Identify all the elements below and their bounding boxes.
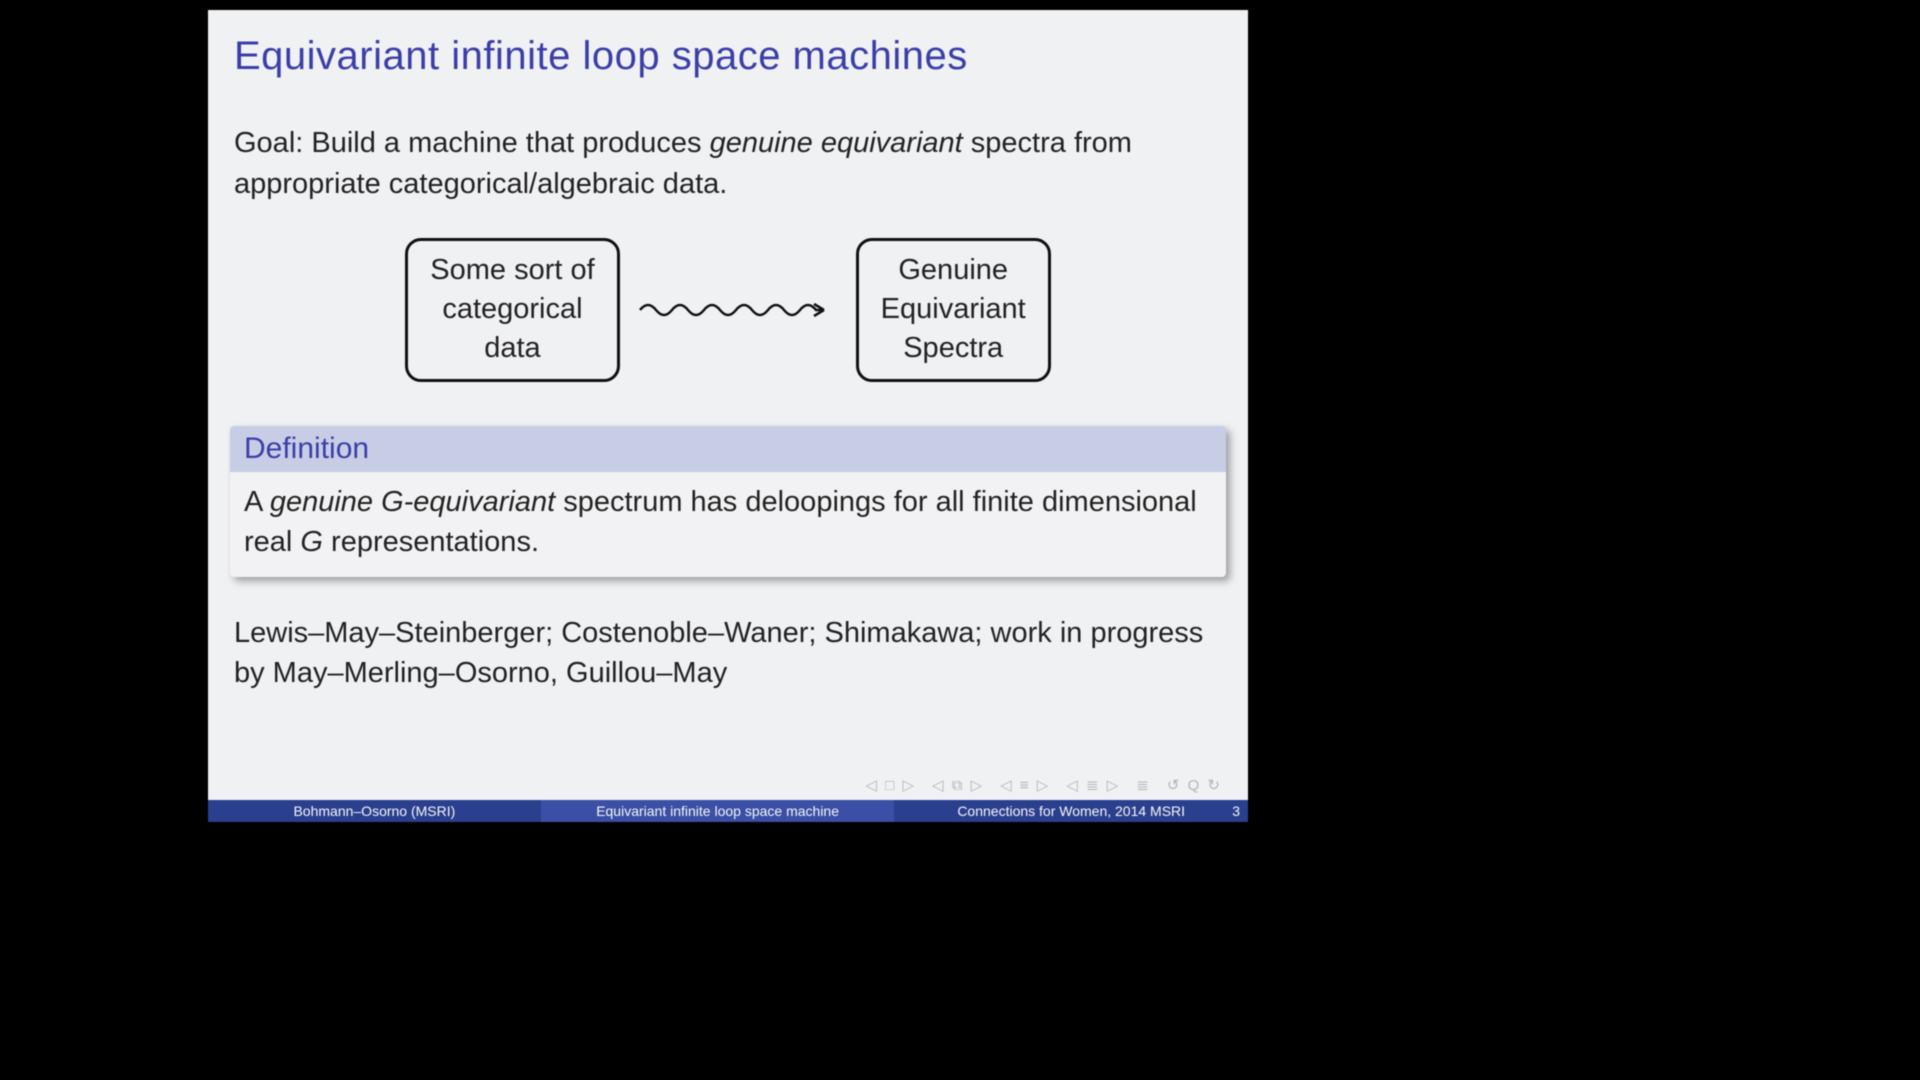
definition-body: A genuine G-equivariant spectrum has del…: [230, 472, 1226, 577]
footer-title: Equivariant infinite loop space machine: [541, 800, 895, 822]
diagram: Some sort ofcategoricaldata GenuineEquiv…: [234, 238, 1222, 381]
slide: Equivariant infinite loop space machines…: [208, 10, 1248, 822]
goal-text: Goal: Build a machine that produces genu…: [234, 123, 1222, 204]
nav-backforward-icon[interactable]: ↺ Q ↻: [1167, 776, 1222, 794]
definition-emph: genuine G-equivariant: [270, 486, 555, 518]
definition-pre: A: [244, 486, 270, 518]
squiggly-arrow-icon: [638, 297, 838, 323]
references-text: Lewis–May–Steinberger; Costenoble–Waner;…: [234, 613, 1222, 694]
definition-heading: Definition: [230, 426, 1226, 472]
nav-doc2-icon[interactable]: ≣: [1136, 776, 1151, 794]
diagram-left-box: Some sort ofcategoricaldata: [405, 238, 619, 381]
nav-subsection-icon[interactable]: ◁ ⧉ ▷: [932, 776, 984, 794]
slide-title: Equivariant infinite loop space machines: [234, 34, 1222, 79]
nav-doc-icon[interactable]: ◁ ≣ ▷: [1066, 776, 1120, 794]
definition-g: G: [300, 526, 323, 558]
definition-block: Definition A genuine G-equivariant spect…: [230, 426, 1226, 577]
goal-pre: Build a machine that produces: [303, 127, 709, 159]
footer-venue: Connections for Women, 2014 MSRI 3: [894, 800, 1248, 822]
footer-venue-label: Connections for Women, 2014 MSRI: [957, 803, 1185, 819]
footer-author: Bohmann–Osorno (MSRI): [208, 800, 541, 822]
goal-emph: genuine equivariant: [710, 127, 963, 159]
diagram-right-box: GenuineEquivariantSpectra: [856, 238, 1051, 381]
definition-post: representations.: [323, 526, 539, 558]
footer-bar: Bohmann–Osorno (MSRI) Equivariant infini…: [208, 800, 1248, 822]
nav-frame-icon[interactable]: ◁ □ ▷: [866, 776, 916, 794]
footer-page-number: 3: [1232, 800, 1240, 822]
beamer-nav-symbols[interactable]: ◁ □ ▷ ◁ ⧉ ▷ ◁ ≡ ▷ ◁ ≣ ▷ ≣ ↺ Q ↻: [866, 776, 1222, 794]
nav-section-icon[interactable]: ◁ ≡ ▷: [1000, 776, 1050, 794]
goal-label: Goal:: [234, 127, 303, 159]
slide-content: Equivariant infinite loop space machines…: [208, 10, 1248, 694]
